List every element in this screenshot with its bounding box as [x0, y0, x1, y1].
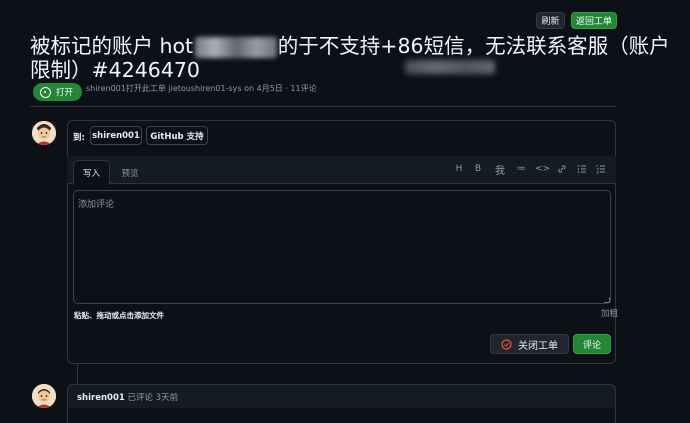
comment-textarea[interactable]: 添加评论: [73, 190, 611, 304]
refresh-button[interactable]: 刷新: [536, 12, 565, 29]
avatar[interactable]: [32, 121, 56, 145]
attach-hint[interactable]: 粘贴、拖动或点击添加文件: [74, 310, 164, 321]
italic-icon[interactable]: 我: [493, 162, 507, 177]
comment-button[interactable]: 评论: [573, 334, 611, 354]
link-icon[interactable]: [555, 164, 569, 177]
resize-handle[interactable]: [604, 297, 610, 303]
close-issue-icon: [501, 338, 512, 350]
editor-tabbar: [67, 156, 616, 184]
timeline-line: [77, 364, 78, 384]
quote-icon[interactable]: ≔: [514, 164, 528, 174]
assign-label: 到:: [73, 133, 85, 143]
redacted-text: [195, 37, 277, 58]
numbered-list-icon[interactable]: [594, 164, 608, 177]
close-issue-label: 关闭工单: [518, 340, 558, 352]
comment-author[interactable]: shiren001: [77, 393, 125, 403]
back-to-issues-button[interactable]: 返回工单: [571, 12, 617, 29]
assignee-chip[interactable]: GitHub 支持: [146, 126, 208, 145]
issue-meta: shiren001打开此工单 jietoushiren01-sys on 4月5…: [86, 84, 317, 93]
page-title: 被标记的账户 hot 的于不支持+86短信，无法联系客服（账户限制）#42464…: [30, 34, 670, 82]
assignee-chip[interactable]: shiren001: [90, 126, 142, 145]
comment-meta: shiren001 已评论 3天前: [77, 391, 178, 403]
status-badge: 打开: [33, 83, 82, 101]
heading-icon[interactable]: H: [452, 164, 466, 174]
code-icon[interactable]: <>: [535, 164, 550, 174]
bulleted-list-icon[interactable]: [575, 164, 589, 177]
comment-action: 已评论 3天前: [127, 393, 179, 403]
bold-icon[interactable]: B: [471, 164, 485, 174]
tab-preview[interactable]: 预览: [114, 160, 146, 185]
tab-write[interactable]: 写入: [73, 160, 110, 185]
redacted-text: [405, 60, 495, 74]
avatar[interactable]: [32, 384, 56, 408]
issue-open-icon: [40, 86, 51, 98]
divider: [30, 106, 616, 107]
markdown-label: 加粗: [601, 309, 619, 319]
close-issue-button[interactable]: 关闭工单: [490, 334, 569, 354]
status-label: 打开: [56, 88, 74, 98]
comment-body: [67, 408, 616, 423]
